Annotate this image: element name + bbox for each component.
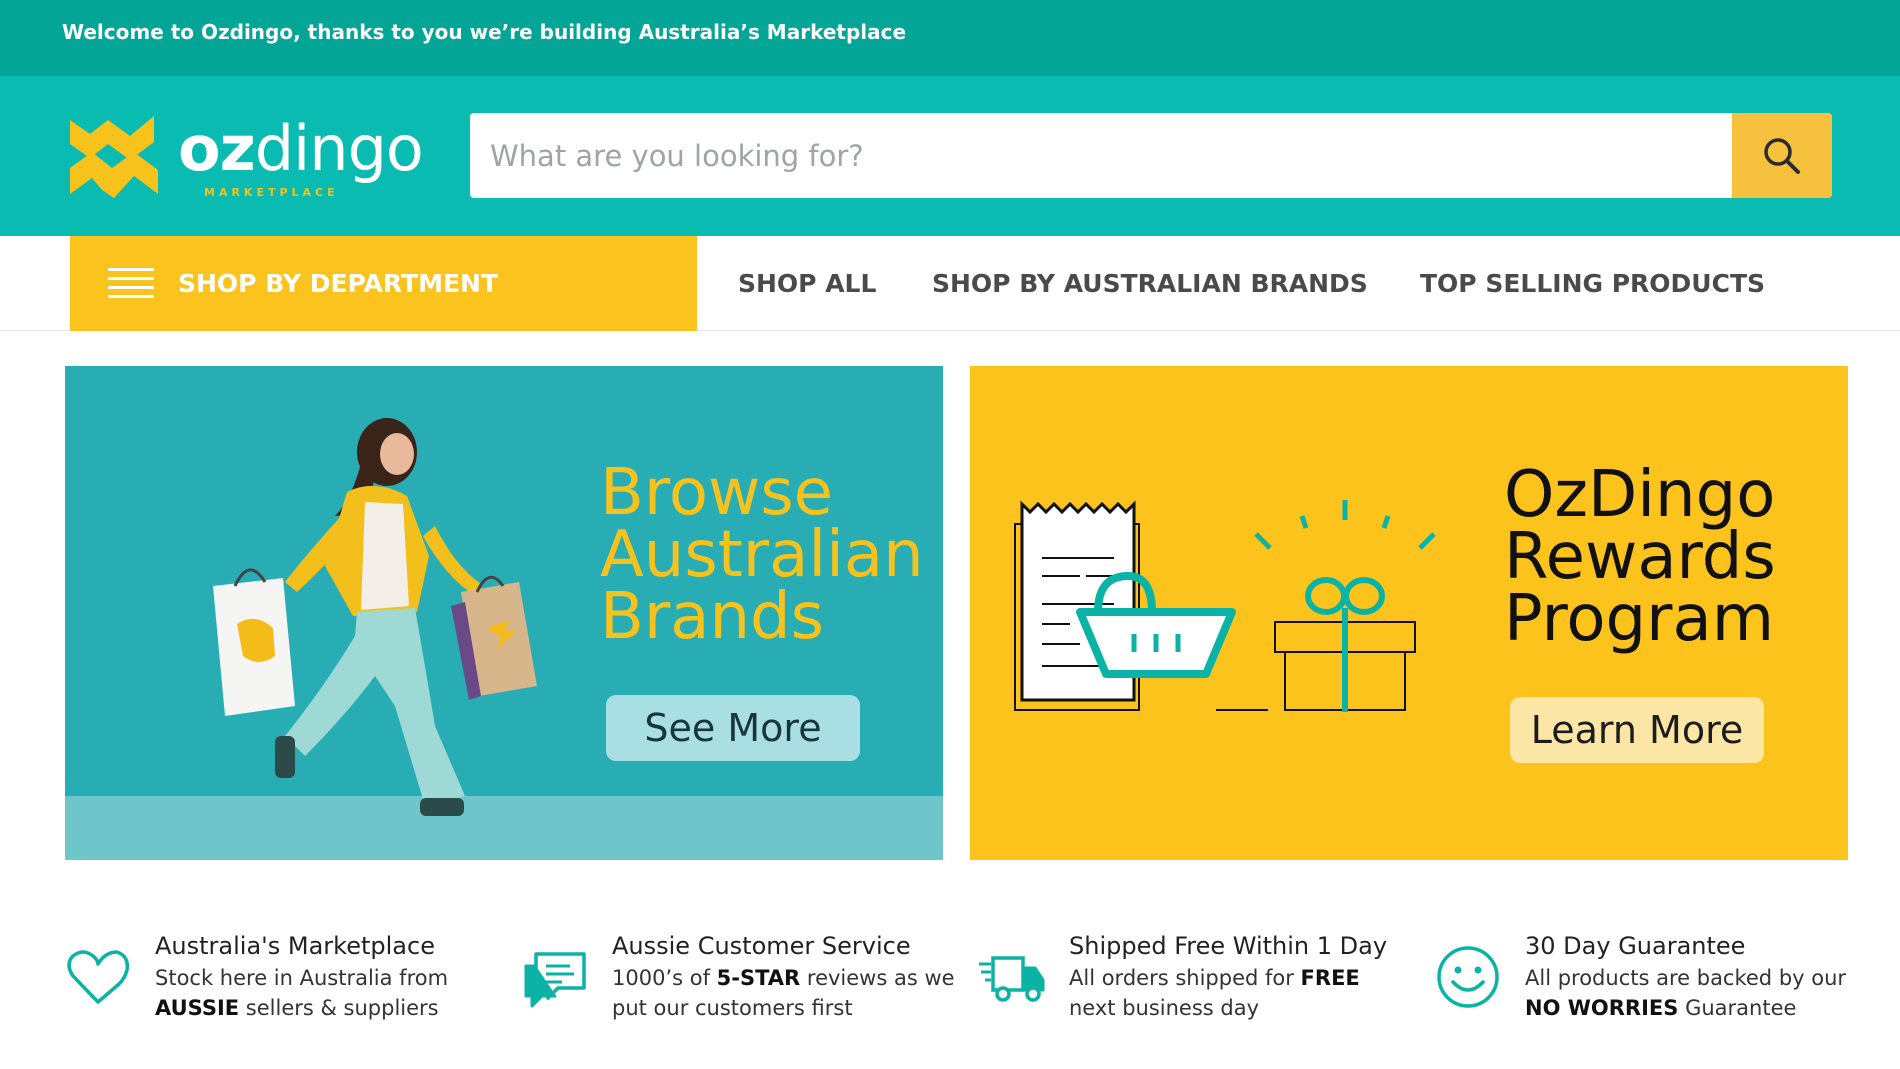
- learn-more-button[interactable]: Learn More: [1510, 697, 1764, 763]
- feature-title: Shipped Free Within 1 Day: [1069, 932, 1388, 960]
- nav-link-shop-all[interactable]: SHOP ALL: [738, 269, 876, 298]
- search-icon: [1764, 137, 1800, 174]
- rewards-program-banner[interactable]: OzDingo Rewards Program Learn More: [970, 366, 1848, 860]
- rewards-illustration: [1014, 500, 1436, 712]
- see-more-button[interactable]: See More: [606, 695, 860, 761]
- nav-link-australian-brands[interactable]: SHOP BY AUSTRALIAN BRANDS: [932, 269, 1368, 298]
- logo-tagline: MARKETPLACE: [204, 186, 339, 199]
- truck-icon: [979, 956, 1045, 1002]
- feature-line: next business day: [1069, 996, 1260, 1020]
- feature-marketplace: Australia's Marketplace Stock here in Au…: [65, 920, 515, 1030]
- feature-free-shipping: Shipped Free Within 1 Day All orders shi…: [979, 920, 1429, 1030]
- menu-icon: [108, 268, 154, 300]
- department-label: SHOP BY DEPARTMENT: [178, 269, 499, 298]
- site-header: ozdingo MARKETPLACE: [0, 76, 1900, 236]
- browse-brands-banner[interactable]: Browse Australian Brands See More: [65, 366, 943, 860]
- nav-link-top-selling[interactable]: TOP SELLING PRODUCTS: [1420, 269, 1765, 298]
- smiley-icon: [1437, 946, 1499, 1008]
- announcement-bar: Welcome to Ozdingo, thanks to you we’re …: [0, 0, 1900, 76]
- search-input[interactable]: [470, 113, 1732, 198]
- announcement-text: Welcome to Ozdingo, thanks to you we’re …: [62, 20, 907, 44]
- feature-customer-service: Aussie Customer Service 1000’s of 5-STAR…: [522, 920, 972, 1030]
- search-bar: [470, 113, 1832, 198]
- rewards-program-title: OzDingo Rewards Program: [1504, 458, 1776, 656]
- feature-line: AUSSIE sellers & suppliers: [155, 996, 439, 1020]
- feature-line: 1000’s of 5-STAR reviews as we: [612, 966, 955, 990]
- ozdingo-logo[interactable]: ozdingo MARKETPLACE: [68, 112, 438, 202]
- feature-line: NO WORRIES Guarantee: [1525, 996, 1797, 1020]
- logo-mark-icon: [70, 116, 158, 198]
- shop-by-department-button[interactable]: SHOP BY DEPARTMENT: [70, 236, 697, 331]
- heart-icon: [67, 950, 130, 1004]
- logo-wordmark: ozdingo: [178, 112, 424, 185]
- feature-title: Aussie Customer Service: [612, 932, 911, 960]
- feature-line: Stock here in Australia from: [155, 966, 449, 990]
- browse-brands-title: Browse Australian Brands: [600, 456, 924, 654]
- search-button[interactable]: [1732, 113, 1832, 198]
- feature-guarantee: 30 Day Guarantee All products are backed…: [1435, 920, 1885, 1030]
- feature-title: 30 Day Guarantee: [1525, 932, 1746, 960]
- feature-line: All products are backed by our: [1525, 966, 1847, 990]
- feature-line: put our customers first: [612, 996, 853, 1020]
- chat-icon: [524, 952, 586, 1008]
- feature-strip: Australia's Marketplace Stock here in Au…: [0, 920, 1900, 1040]
- feature-line: All orders shipped for FREE: [1069, 966, 1360, 990]
- feature-title: Australia's Marketplace: [155, 932, 435, 960]
- main-nav: SHOP BY DEPARTMENT SHOP ALL SHOP BY AUST…: [0, 236, 1900, 331]
- shopper-illustration: [213, 418, 537, 816]
